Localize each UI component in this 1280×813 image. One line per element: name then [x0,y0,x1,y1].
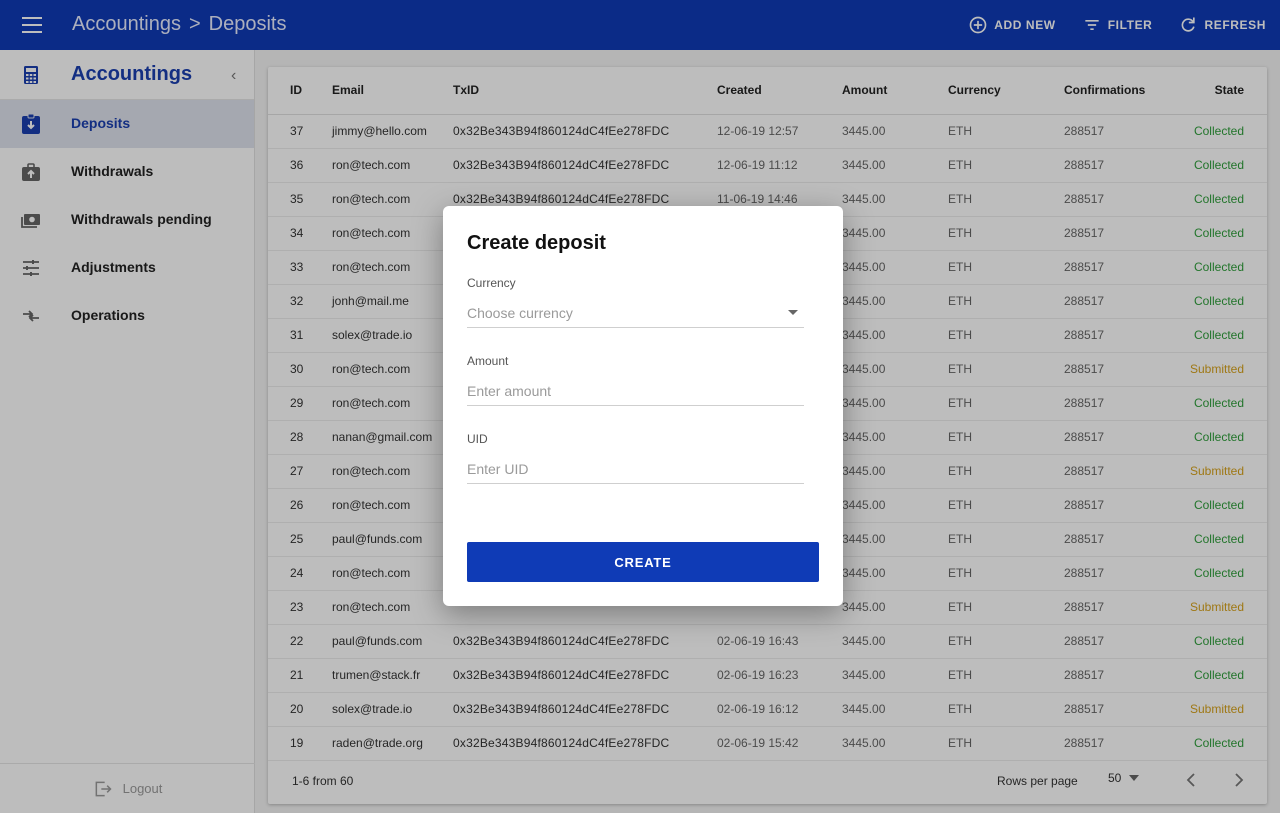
currency-label: Currency [467,276,516,290]
caret-down-icon [788,310,798,315]
create-button[interactable]: CREATE [467,542,819,582]
uid-input[interactable]: Enter UID [467,454,804,484]
uid-placeholder: Enter UID [467,460,529,477]
dialog-title: Create deposit [467,232,606,254]
uid-label: UID [467,432,488,446]
create-deposit-dialog: Create deposit Currency Choose currency … [443,206,843,606]
amount-placeholder: Enter amount [467,382,552,399]
uid-field: UID Enter UID [467,432,804,484]
amount-label: Amount [467,354,509,368]
amount-field: Amount Enter amount [467,354,804,406]
currency-placeholder: Choose currency [467,304,573,321]
amount-input[interactable]: Enter amount [467,376,804,406]
currency-field: Currency Choose currency [467,276,804,328]
currency-select[interactable]: Choose currency [467,298,804,328]
